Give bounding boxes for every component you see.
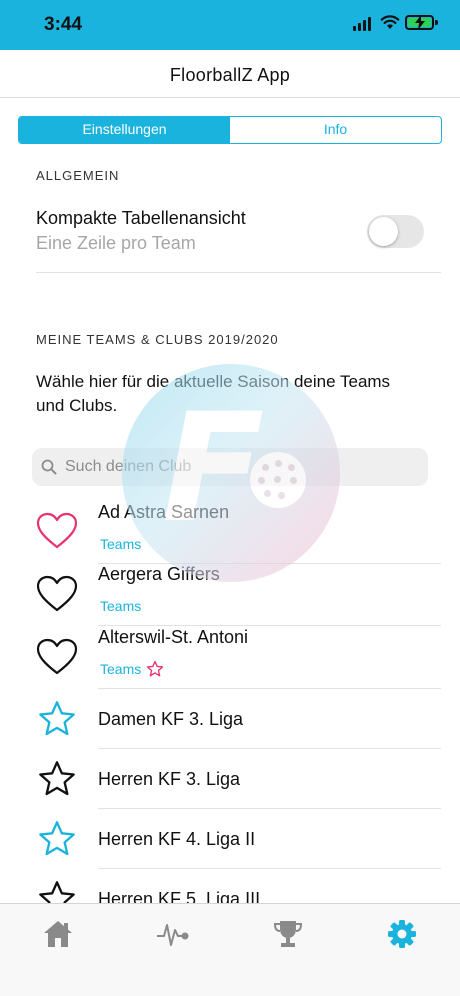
star-outline-icon[interactable]: [36, 819, 78, 859]
club-teams-link[interactable]: Teams: [100, 598, 141, 614]
search-placeholder: Such deinen Club: [65, 458, 192, 475]
league-name: Damen KF 3. Liga: [98, 709, 244, 729]
navigation-bar: FloorballZ App: [0, 50, 460, 98]
segmented-control: Einstellungen Info: [18, 116, 442, 144]
star-outline-icon[interactable]: [146, 660, 164, 678]
club-teams-link[interactable]: Teams: [100, 661, 141, 677]
search-icon: [41, 459, 57, 475]
league-name: Herren KF 4. Liga II: [98, 829, 256, 849]
league-name: Herren KF 3. Liga: [98, 769, 241, 789]
club-teams-link[interactable]: Teams: [100, 536, 141, 552]
divider: [98, 625, 441, 626]
segment-einstellungen[interactable]: Einstellungen: [19, 117, 230, 143]
home-icon[interactable]: [40, 918, 76, 950]
club-search-input[interactable]: Such deinen Club: [32, 448, 428, 486]
club-name: Alterswil-St. Antoni: [98, 627, 249, 647]
divider: [36, 272, 441, 273]
tab-bar: [0, 903, 460, 996]
divider: [98, 868, 441, 869]
battery-tip: [435, 20, 438, 25]
status-bar: 3:44: [0, 0, 460, 50]
gear-icon[interactable]: [384, 918, 420, 950]
page-title: FloorballZ App: [169, 65, 291, 85]
toggle-knob: [369, 217, 398, 246]
heart-filled-icon[interactable]: [36, 512, 78, 550]
wifi-icon: [380, 15, 400, 29]
club-name: Ad Astra Sarnen: [98, 502, 230, 522]
segment-info[interactable]: Info: [230, 117, 441, 143]
compact-view-title: Kompakte Tabellenansicht: [36, 208, 246, 228]
battery-icon: [405, 15, 434, 30]
divider: [98, 748, 441, 749]
club-name: Aergera Giffers: [98, 564, 220, 584]
star-outline-icon[interactable]: [36, 759, 78, 799]
heart-outline-icon[interactable]: [36, 638, 78, 676]
compact-view-subtitle: Eine Zeile pro Team: [36, 233, 196, 253]
divider: [98, 688, 441, 689]
teams-description: Wähle hier für die aktuelle Saison deine…: [36, 372, 391, 415]
section-header-teams: MEINE TEAMS & CLUBS 2019/2020: [36, 332, 279, 347]
star-outline-icon[interactable]: [36, 699, 78, 739]
pulse-icon[interactable]: [155, 918, 191, 950]
compact-view-toggle[interactable]: [367, 215, 424, 248]
heart-outline-icon[interactable]: [36, 575, 78, 613]
status-time: 3:44: [44, 14, 83, 35]
section-header-general: ALLGEMEIN: [36, 168, 120, 183]
trophy-icon[interactable]: [270, 918, 306, 950]
cellular-signal-icon: [353, 17, 371, 31]
divider: [98, 808, 441, 809]
